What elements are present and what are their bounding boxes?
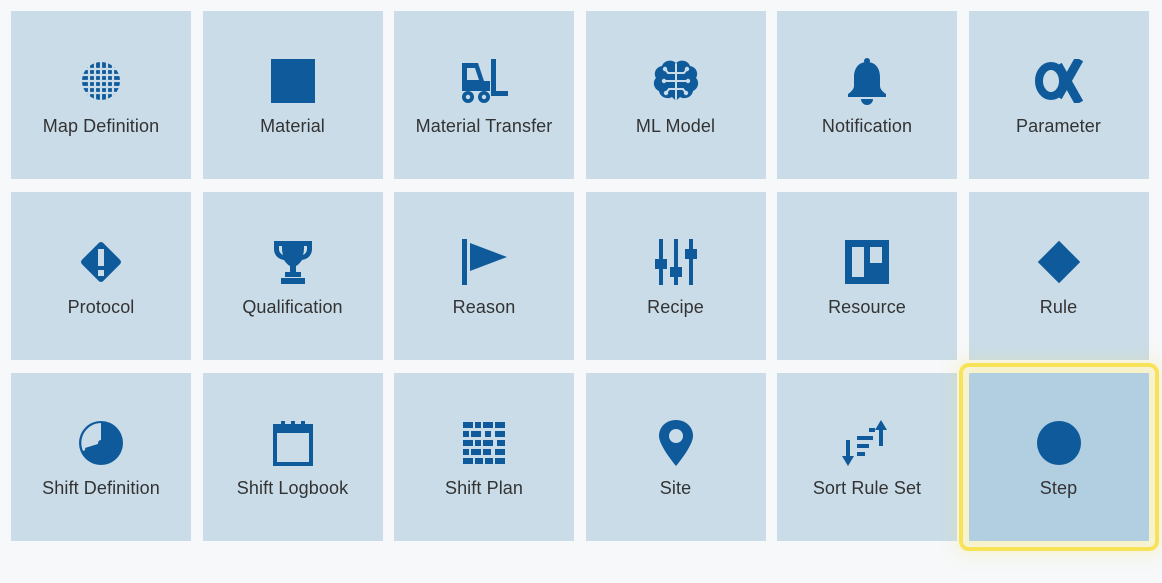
tile-label: Sort Rule Set — [812, 478, 922, 498]
schedule-grid-icon — [458, 417, 510, 469]
diamond-icon — [1033, 236, 1085, 288]
tile-notification[interactable]: Notification — [777, 11, 957, 179]
tile-rule[interactable]: Rule — [968, 192, 1149, 360]
tile-recipe[interactable]: Recipe — [585, 192, 766, 360]
tile-label: Notification — [821, 116, 913, 136]
tile-label: ML Model — [635, 116, 716, 136]
tile-label: Shift Definition — [42, 478, 160, 498]
circle-icon — [1033, 417, 1085, 469]
tile-shift-logbook[interactable]: Shift Logbook — [202, 373, 383, 541]
tile-label: Qualification — [242, 297, 343, 317]
tile-label: Reason — [452, 297, 516, 317]
clock-pie-icon — [75, 417, 127, 469]
tile-label: Shift Logbook — [236, 478, 349, 498]
grid-globe-icon — [75, 55, 127, 107]
flag-icon — [458, 236, 510, 288]
tile-resource[interactable]: Resource — [777, 192, 957, 360]
calendar-icon — [267, 417, 319, 469]
tile-label: Site — [659, 478, 692, 498]
board-icon — [841, 236, 893, 288]
alpha-icon — [1033, 55, 1085, 107]
tile-label: Shift Plan — [444, 478, 524, 498]
bell-icon — [841, 55, 893, 107]
tile-material[interactable]: Material — [202, 11, 383, 179]
brain-icon — [650, 55, 702, 107]
tile-parameter[interactable]: Parameter — [968, 11, 1149, 179]
sliders-icon — [650, 236, 702, 288]
tile-site[interactable]: Site — [585, 373, 766, 541]
tile-reason[interactable]: Reason — [394, 192, 574, 360]
tile-label: Recipe — [647, 297, 704, 317]
diamond-exclamation-icon — [75, 236, 127, 288]
tile-label: Material Transfer — [415, 116, 553, 136]
tile-label: Step — [1039, 478, 1078, 498]
entity-tile-grid: Map Definition Material Material Transfe… — [11, 11, 1159, 551]
map-pin-icon — [650, 417, 702, 469]
tile-label: Resource — [828, 297, 906, 317]
tile-qualification[interactable]: Qualification — [202, 192, 383, 360]
tile-ml-model[interactable]: ML Model — [585, 11, 766, 179]
tile-label: Material — [260, 116, 325, 136]
sort-icon — [841, 417, 893, 469]
tile-shift-definition[interactable]: Shift Definition — [11, 373, 191, 541]
tile-label: Parameter — [1016, 116, 1101, 136]
tile-sort-rule-set[interactable]: Sort Rule Set — [777, 373, 957, 541]
tile-label: Map Definition — [42, 116, 160, 136]
tile-shift-plan[interactable]: Shift Plan — [394, 373, 574, 541]
square-icon — [267, 55, 319, 107]
tile-map-definition[interactable]: Map Definition — [11, 11, 191, 179]
tile-protocol[interactable]: Protocol — [11, 192, 191, 360]
trophy-icon — [267, 236, 319, 288]
entity-picker-panel: Map Definition Material Material Transfe… — [0, 0, 1162, 583]
tile-material-transfer[interactable]: Material Transfer — [394, 11, 574, 179]
tile-step[interactable]: Step — [958, 363, 1159, 551]
tile-label: Protocol — [67, 297, 135, 317]
tile-label: Rule — [1039, 297, 1078, 317]
forklift-icon — [458, 55, 510, 107]
